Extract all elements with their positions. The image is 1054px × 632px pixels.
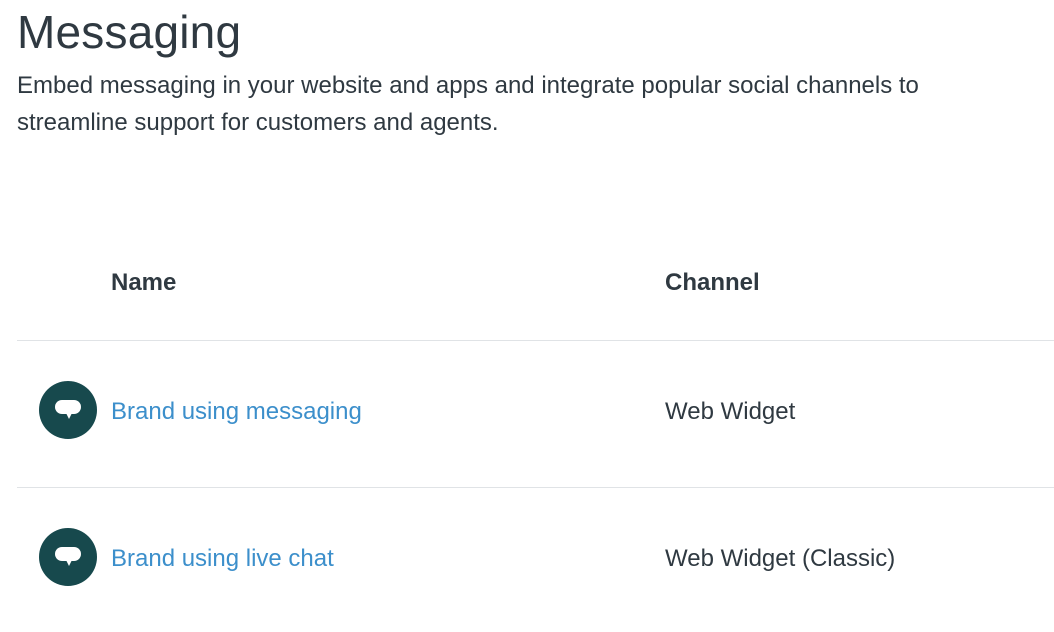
- row-channel: Web Widget (Classic): [665, 545, 896, 572]
- table-header: Name Channel: [17, 246, 1054, 341]
- row-channel: Web Widget: [665, 398, 796, 425]
- page-title: Messaging: [17, 6, 242, 58]
- channels-table: Name Channel Brand using messaging Web W…: [17, 246, 1054, 632]
- messaging-page: Messaging Embed messaging in your websit…: [0, 0, 1054, 632]
- page-description: Embed messaging in your website and apps…: [17, 72, 919, 136]
- table-row: Brand using live chat Web Widget (Classi…: [17, 488, 1054, 632]
- table-row: Brand using messaging Web Widget: [17, 341, 1054, 488]
- row-name-link[interactable]: Brand using live chat: [111, 544, 334, 574]
- chat-bubble-icon: [39, 528, 97, 586]
- column-header-name[interactable]: Name: [111, 268, 176, 298]
- row-name-link[interactable]: Brand using messaging: [111, 397, 362, 427]
- chat-bubble-icon: [39, 381, 97, 439]
- column-header-channel[interactable]: Channel: [665, 268, 760, 298]
